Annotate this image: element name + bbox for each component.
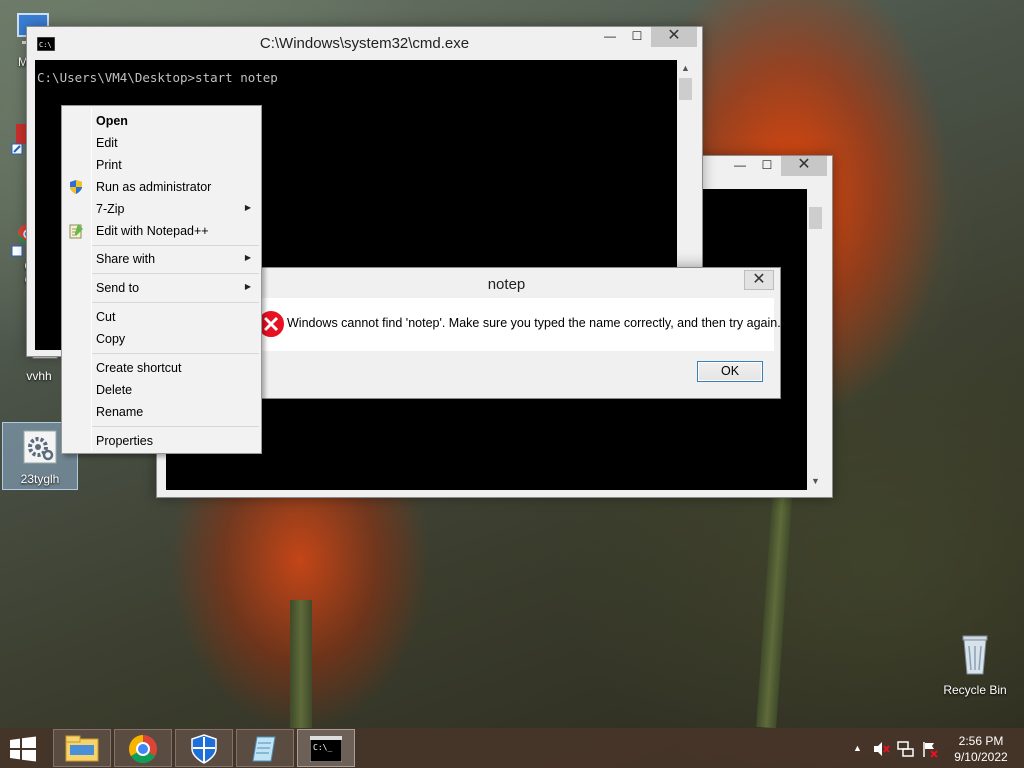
desktop-icon-label: Recycle Bin <box>943 683 1007 697</box>
menu-item-send-to[interactable]: Send to ▶ <box>64 277 259 299</box>
shield-icon <box>70 180 82 194</box>
menu-item-label: Run as administrator <box>96 180 212 194</box>
menu-item-label: Send to <box>96 281 140 295</box>
settings-file-icon <box>23 430 57 464</box>
taskbar-cmd[interactable]: C:\_ <box>297 729 355 767</box>
windows-logo-icon <box>10 736 36 762</box>
minimize-button[interactable]: — <box>727 156 753 176</box>
minimize-button[interactable]: — <box>597 27 623 47</box>
menu-item-7zip[interactable]: 7-Zip ▶ <box>64 198 259 220</box>
scroll-up-arrow-icon[interactable]: ▲ <box>677 60 694 77</box>
background-console-scrollbar[interactable]: ▼ <box>807 189 824 490</box>
menu-item-delete[interactable]: Delete <box>64 379 259 401</box>
menu-item-label: Edit <box>96 136 118 150</box>
taskbar-windows-defender[interactable] <box>175 729 233 767</box>
context-menu[interactable]: Open Edit Print Run as administrator 7-Z… <box>61 105 262 454</box>
dialog-titlebar[interactable]: notep ✕ <box>233 268 780 298</box>
dialog-body: Windows cannot find 'notep'. Make sure y… <box>241 298 781 351</box>
scroll-down-arrow-icon[interactable]: ▼ <box>807 473 824 490</box>
desktop-icon-label: 23tyglh <box>20 472 60 486</box>
taskbar-notepad[interactable] <box>236 729 294 767</box>
error-dialog[interactable]: notep ✕ Windows cannot find 'notep'. Mak… <box>232 267 781 399</box>
chrome-icon <box>129 735 157 763</box>
menu-item-label: Properties <box>96 434 153 448</box>
menu-item-cut[interactable]: Cut <box>64 306 259 328</box>
maximize-button[interactable]: ☐ <box>754 156 780 176</box>
menu-separator <box>92 273 259 274</box>
menu-item-create-shortcut[interactable]: Create shortcut <box>64 357 259 379</box>
cmd-icon: C:\_ <box>310 736 342 762</box>
scrollbar-thumb[interactable] <box>679 78 692 100</box>
close-button[interactable]: ✕ <box>651 27 697 47</box>
action-center-flag-icon[interactable] <box>921 740 939 758</box>
menu-item-label: Open <box>96 114 128 128</box>
file-explorer-icon <box>65 735 99 762</box>
ok-button[interactable]: OK <box>697 361 763 382</box>
menu-item-label: Edit with Notepad++ <box>96 224 209 238</box>
windows-defender-icon <box>191 734 217 764</box>
submenu-arrow-icon: ▶ <box>244 203 251 212</box>
menu-separator <box>92 426 259 427</box>
cmd-titlebar[interactable]: C:\ C:\Windows\system32\cmd.exe — ☐ ✕ <box>27 27 702 57</box>
taskbar-chrome[interactable] <box>114 729 172 767</box>
menu-item-label: 7-Zip <box>96 202 125 216</box>
menu-item-edit-with-notepadpp[interactable]: Edit with Notepad++ <box>64 220 259 242</box>
wallpaper-stem <box>290 600 312 728</box>
start-button[interactable] <box>8 736 38 762</box>
menu-item-label: Create shortcut <box>96 361 182 375</box>
notepadpp-icon <box>69 224 83 239</box>
dialog-title: notep <box>487 276 526 293</box>
close-button[interactable]: ✕ <box>744 270 774 290</box>
close-button[interactable]: ✕ <box>781 156 827 176</box>
volume-muted-icon[interactable] <box>872 740 890 758</box>
menu-item-label: Share with <box>96 252 156 266</box>
submenu-arrow-icon: ▶ <box>244 253 251 262</box>
maximize-button[interactable]: ☐ <box>624 27 650 47</box>
taskbar: C:\_ ▲ 2:56 PM 9/10/2022 <box>0 728 1024 768</box>
clock-date: 9/10/2022 <box>954 750 1008 764</box>
dialog-message: Windows cannot find 'notep'. Make sure y… <box>287 316 781 330</box>
menu-item-open[interactable]: Open <box>64 110 259 132</box>
recycle-bin-icon <box>962 635 988 675</box>
menu-item-label: Cut <box>96 310 116 324</box>
menu-item-properties[interactable]: Properties <box>64 430 259 452</box>
taskbar-file-explorer[interactable] <box>53 729 111 767</box>
submenu-arrow-icon: ▶ <box>244 282 251 291</box>
clock-time: 2:56 PM <box>958 734 1004 748</box>
menu-separator <box>92 302 259 303</box>
menu-item-share-with[interactable]: Share with ▶ <box>64 248 259 270</box>
clock[interactable]: 2:56 PM 9/10/2022 <box>946 733 1016 765</box>
menu-item-label: Delete <box>96 383 133 397</box>
menu-item-print[interactable]: Print <box>64 154 259 176</box>
menu-item-label: Copy <box>96 332 126 346</box>
menu-item-rename[interactable]: Rename <box>64 401 259 423</box>
menu-item-run-as-administrator[interactable]: Run as administrator <box>64 176 259 198</box>
menu-separator <box>92 353 259 354</box>
show-hidden-icons-button[interactable]: ▲ <box>853 743 862 753</box>
menu-item-label: Rename <box>96 405 144 419</box>
menu-item-edit[interactable]: Edit <box>64 132 259 154</box>
menu-item-label: Print <box>96 158 122 172</box>
svg-text:C:\_: C:\_ <box>313 743 332 752</box>
console-line: C:\Users\VM4\Desktop>start notep <box>37 70 278 85</box>
desktop-icon-recycle-bin[interactable]: Recycle Bin <box>938 630 1012 697</box>
scrollbar-thumb[interactable] <box>809 207 822 229</box>
notepad-icon <box>252 736 276 762</box>
menu-item-copy[interactable]: Copy <box>64 328 259 350</box>
network-icon[interactable] <box>897 740 915 758</box>
menu-separator <box>92 245 259 246</box>
